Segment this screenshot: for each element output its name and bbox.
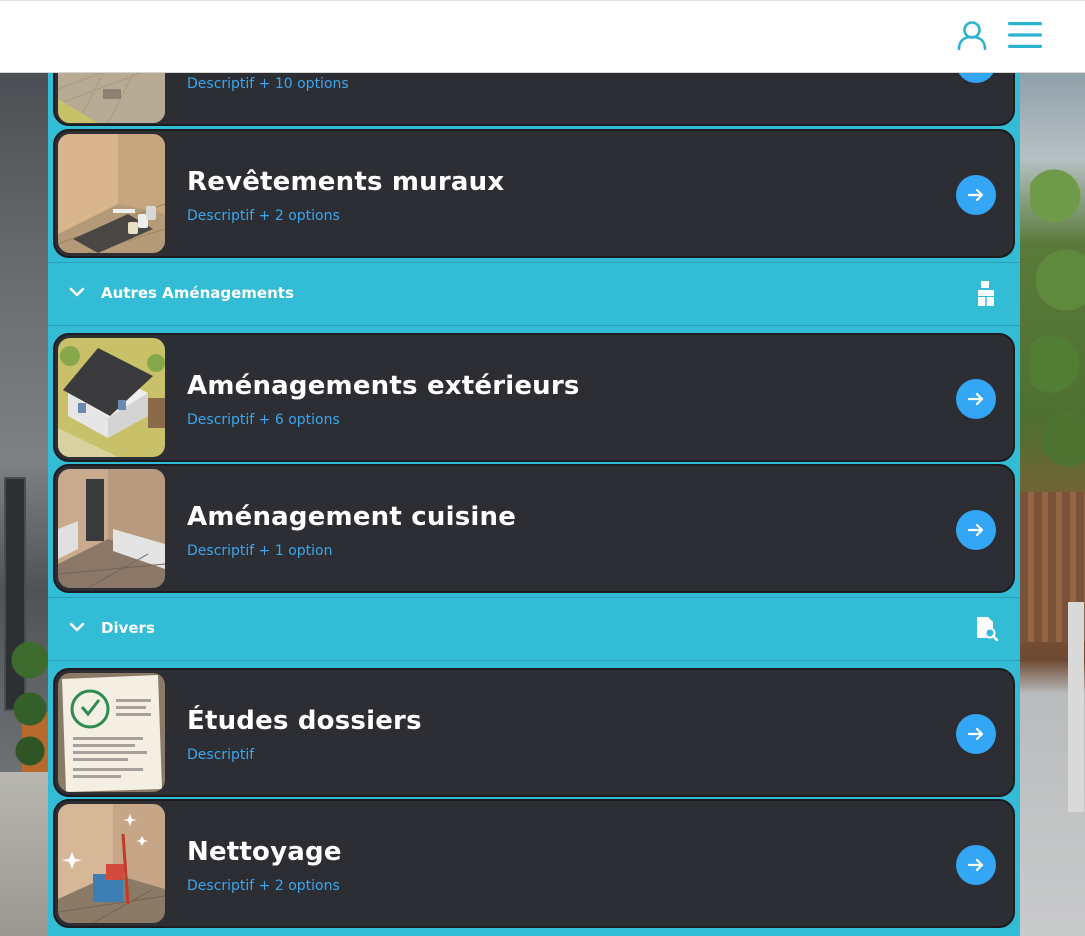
- background-left-house: [0, 72, 50, 936]
- open-category-button[interactable]: [956, 175, 996, 215]
- wall-paint-illustration: [58, 134, 165, 253]
- card-subtitle: Descriptif + 2 options: [187, 878, 340, 894]
- kitchen-thumbnail: [58, 469, 165, 588]
- card-title: Revêtements muraux: [187, 167, 505, 197]
- cleaning-illustration: [58, 804, 165, 923]
- background-plant: [10, 632, 50, 772]
- scrollbar-thumb[interactable]: [1068, 602, 1084, 812]
- card-title: Nettoyage: [187, 837, 342, 867]
- arrow-right-icon: [967, 523, 984, 537]
- category-card-nettoyage[interactable]: Nettoyage Descriptif + 2 options: [53, 799, 1015, 928]
- top-header: [0, 0, 1085, 73]
- card-title: Aménagements extérieurs: [187, 371, 580, 401]
- card-title: Aménagement cuisine: [187, 502, 517, 532]
- background-ground: [0, 772, 48, 936]
- house-exterior-thumbnail: [58, 338, 165, 457]
- open-category-button[interactable]: [956, 845, 996, 885]
- card-subtitle: Descriptif + 2 options: [187, 208, 340, 224]
- arrow-right-icon: [967, 858, 984, 872]
- card-subtitle: Descriptif: [187, 747, 255, 763]
- arrow-right-icon: [967, 392, 984, 406]
- cleaning-thumbnail: [58, 804, 165, 923]
- options-panel: Descriptif + 10 options Revêtements mura…: [48, 0, 1020, 936]
- section-header-divers[interactable]: Divers: [48, 597, 1020, 661]
- open-category-button[interactable]: [956, 379, 996, 419]
- section-label: Autres Aménagements: [101, 284, 294, 302]
- section-label: Divers: [101, 619, 155, 637]
- arrow-right-icon: [967, 727, 984, 741]
- open-category-button[interactable]: [956, 510, 996, 550]
- category-card-amenagements-exterieurs[interactable]: Aménagements extérieurs Descriptif + 6 o…: [53, 333, 1015, 462]
- category-card-revetements-muraux[interactable]: Revêtements muraux Descriptif + 2 option…: [53, 129, 1015, 258]
- boxes-icon: [978, 281, 994, 306]
- wall-paint-thumbnail: [58, 134, 165, 253]
- house-exterior-illustration: [58, 338, 165, 457]
- kitchen-illustration: [58, 469, 165, 588]
- scroll-up-arrow-icon[interactable]: ▲: [1071, 74, 1083, 86]
- card-subtitle: Descriptif + 10 options: [187, 76, 349, 92]
- hamburger-menu-icon[interactable]: [1008, 21, 1042, 49]
- card-subtitle: Descriptif + 1 option: [187, 543, 333, 559]
- document-re2020-illustration: [58, 673, 165, 792]
- chevron-down-icon[interactable]: [68, 620, 86, 634]
- category-card-etudes-dossiers[interactable]: Études dossiers Descriptif: [53, 668, 1015, 797]
- section-header-autres-amenagements[interactable]: Autres Aménagements: [48, 262, 1020, 326]
- category-card-amenagement-cuisine[interactable]: Aménagement cuisine Descriptif + 1 optio…: [53, 464, 1015, 593]
- card-title: Études dossiers: [187, 706, 422, 736]
- background-tree: [1030, 112, 1085, 532]
- user-icon[interactable]: [957, 20, 987, 50]
- chevron-down-icon[interactable]: [68, 285, 86, 299]
- arrow-right-icon: [967, 188, 984, 202]
- document-search-icon: [977, 617, 999, 642]
- background-right-garden: [1020, 72, 1085, 936]
- document-re2020-thumbnail: [58, 673, 165, 792]
- card-subtitle: Descriptif + 6 options: [187, 412, 340, 428]
- open-category-button[interactable]: [956, 714, 996, 754]
